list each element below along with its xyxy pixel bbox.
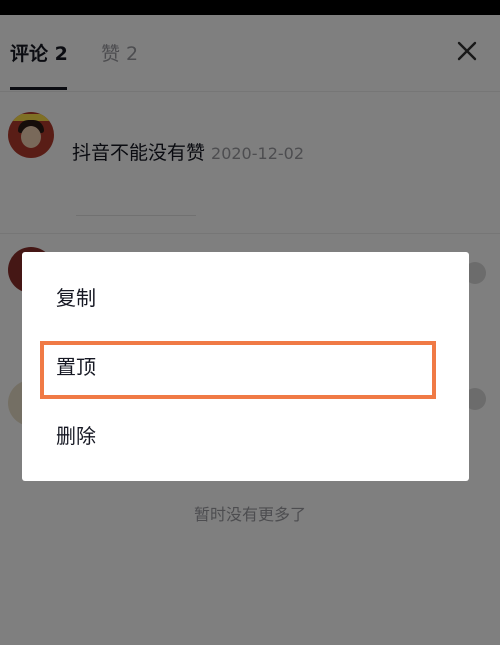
menu-item-label: 复制 (56, 286, 96, 310)
menu-item-delete[interactable]: 删除 (22, 402, 469, 470)
menu-item-copy[interactable]: 复制 (22, 264, 469, 332)
context-menu: 复制 置顶 删除 (22, 252, 469, 481)
menu-item-label: 置顶 (56, 355, 96, 379)
menu-item-pin[interactable]: 置顶 (22, 333, 469, 401)
menu-item-label: 删除 (56, 424, 96, 448)
